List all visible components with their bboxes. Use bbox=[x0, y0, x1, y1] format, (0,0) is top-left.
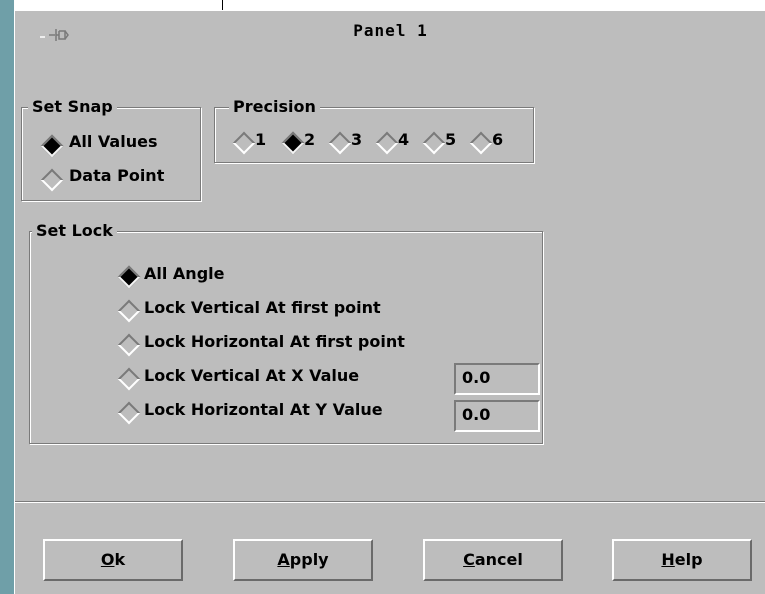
precision-legend: Precision bbox=[229, 97, 320, 117]
background-window-strip bbox=[0, 0, 14, 594]
help-button[interactable]: Help bbox=[612, 539, 752, 581]
precision-1-label[interactable]: 1 bbox=[255, 130, 266, 150]
set-snap-legend: Set Snap bbox=[28, 97, 117, 117]
apply-mnemonic: A bbox=[277, 550, 290, 569]
lock-horizontal-first-point-label[interactable]: Lock Horizontal At first point bbox=[144, 332, 405, 352]
set-lock-legend: Set Lock bbox=[32, 221, 117, 241]
background-window-top bbox=[14, 0, 765, 10]
precision-2-label[interactable]: 2 bbox=[304, 130, 315, 150]
panel-window: Panel 1 Set Snap All Values Data Point P… bbox=[14, 10, 765, 594]
precision-3-label[interactable]: 3 bbox=[351, 130, 362, 150]
precision-5-label[interactable]: 5 bbox=[445, 130, 456, 150]
apply-label-rest: pply bbox=[289, 550, 329, 569]
ok-mnemonic: O bbox=[100, 550, 115, 569]
lock-vertical-first-point-label[interactable]: Lock Vertical At first point bbox=[144, 298, 381, 318]
cancel-button[interactable]: Cancel bbox=[423, 539, 563, 581]
background-divider bbox=[222, 0, 223, 10]
cancel-label-rest: ancel bbox=[474, 550, 523, 569]
snap-all-values-label[interactable]: All Values bbox=[69, 132, 157, 152]
title-bar[interactable]: Panel 1 bbox=[15, 11, 765, 51]
window-title: Panel 1 bbox=[353, 21, 428, 40]
precision-6-label[interactable]: 6 bbox=[492, 130, 503, 150]
button-separator bbox=[15, 501, 765, 503]
ok-label-rest: k bbox=[114, 550, 126, 569]
help-label-rest: elp bbox=[674, 550, 703, 569]
x-value-field[interactable]: 0.0 bbox=[454, 363, 540, 395]
help-mnemonic: H bbox=[661, 550, 675, 569]
lock-all-angle-label[interactable]: All Angle bbox=[144, 264, 224, 284]
apply-button[interactable]: Apply bbox=[233, 539, 373, 581]
lock-vertical-x-value-label[interactable]: Lock Vertical At X Value bbox=[144, 366, 359, 386]
lock-horizontal-y-value-label[interactable]: Lock Horizontal At Y Value bbox=[144, 400, 383, 420]
snap-data-point-label[interactable]: Data Point bbox=[69, 166, 164, 186]
precision-4-label[interactable]: 4 bbox=[398, 130, 409, 150]
cancel-mnemonic: C bbox=[463, 550, 475, 569]
y-value-field[interactable]: 0.0 bbox=[454, 400, 540, 432]
ok-button[interactable]: Ok bbox=[43, 539, 183, 581]
